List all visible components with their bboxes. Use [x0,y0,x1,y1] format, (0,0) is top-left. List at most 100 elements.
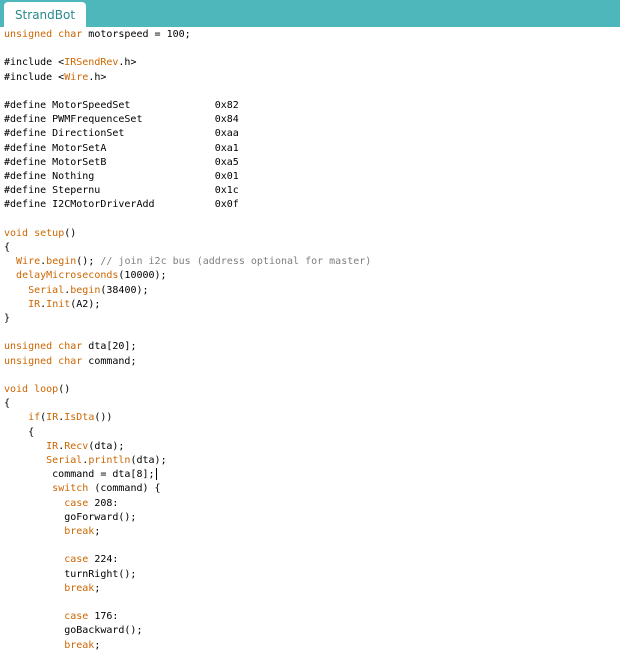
code-line: break; [4,525,100,539]
code-token: () [64,227,77,239]
code-line: if(IR.IsDta()) [4,411,112,425]
code-line: Serial.begin(38400); [4,284,149,298]
code-line: case 224: [4,553,118,567]
code-line: IR.Recv(dta); [4,440,124,454]
code-token: loop [34,384,59,395]
tab-label: StrandBot [14,7,76,22]
code-token: .h> [118,57,137,69]
code-line: #define I2CMotorDriverAdd 0x0f [4,198,239,212]
code-token: begin [70,284,101,296]
code-token: ; [94,526,101,537]
code-token: ; [94,639,101,651]
code-line: { [4,241,10,255]
code-token: case [64,554,89,566]
code-token: case [64,497,89,509]
code-token: (); [76,256,101,268]
code-token: 176: [88,611,119,623]
code-line: void setup() [4,227,76,241]
code-token: dta[20]; [82,341,137,353]
code-token: #define Nothing 0x01 [4,171,239,182]
tab-strandbot[interactable]: StrandBot [4,2,86,27]
code-line: #define PWMFrequenceSet 0x84 [4,113,239,127]
code-line: break; [4,639,100,653]
code-line: break; [4,582,100,596]
code-line: #define DirectionSet 0xaa [4,127,239,141]
code-line: case 176: [4,610,118,624]
code-token: 224: [88,554,119,566]
code-token: Wire [16,256,41,268]
code-token: () [58,384,71,395]
code-token: println [88,455,131,466]
code-token: (command) { [88,483,161,495]
text-caret [155,468,157,481]
code-token: #define MotorSetA 0xa1 [4,142,239,154]
code-token: begin [46,256,77,268]
code-token: IR [28,298,41,310]
code-token: Recv [64,440,89,452]
code-token: switch [52,483,89,495]
code-token: Serial [28,284,65,296]
code-token: goForward(); [4,511,137,523]
code-line: #define MotorSetA 0xa1 [4,142,239,156]
code-line: switch (command) { [4,482,161,496]
code-line: } [4,312,10,326]
code-line: goBackward(); [4,624,142,638]
code-token: #define Stepernu 0x1c [4,185,239,197]
code-line: #define Stepernu 0x1c [4,184,239,198]
code-token: IRSendRev [64,57,119,69]
code-token: if [28,412,41,424]
code-token: void [4,384,29,395]
code-line: #include <Wire.h> [4,71,106,85]
code-token: case [64,611,89,623]
code-token: ; [94,582,101,594]
code-token: Init [46,298,71,310]
code-token: unsigned char [4,341,83,353]
code-token: #define PWMFrequenceSet 0x84 [4,114,239,126]
code-token: (dta); [88,440,125,452]
code-token: ()) [94,412,113,424]
code-token: Serial [46,455,83,466]
code-line: #define MotorSpeedSet 0x82 [4,99,239,113]
code-token: command = dta[8]; [4,469,155,481]
code-token: { [4,242,11,253]
code-token: { [4,398,11,410]
code-token: IsDta [64,412,95,424]
code-token: .h> [88,71,107,83]
code-line: unsigned char command; [4,355,136,369]
code-token: break [64,639,95,651]
code-token: unsigned char [4,29,83,40]
code-token: (A2); [70,298,101,310]
code-token: // join i2c bus (address optional for ma… [100,256,372,268]
code-line: { [4,426,34,440]
code-line: case 208: [4,497,118,511]
code-line: #define MotorSetB 0xa5 [4,156,239,170]
code-token: IR [46,412,59,424]
code-token: break [64,582,95,594]
code-token: 208: [88,497,119,509]
code-token: } [4,313,11,324]
code-line: #include <IRSendRev.h> [4,56,136,70]
code-editor[interactable]: unsigned char motorspeed = 100; #include … [0,27,620,653]
code-token: break [64,526,95,537]
code-line: unsigned char motorspeed = 100; [4,28,191,42]
code-line: Serial.println(dta); [4,454,166,468]
code-token: turnRight(); [4,568,137,580]
code-line: command = dta[8]; [4,468,157,482]
code-token: IR [46,440,59,452]
code-line: delayMicroseconds(10000); [4,269,167,283]
code-token: delayMicroseconds [16,270,119,282]
code-line: { [4,397,10,411]
code-token: #define MotorSpeedSet 0x82 [4,100,239,111]
code-token: #define MotorSetB 0xa5 [4,156,239,168]
code-token: void [4,227,29,239]
code-token: Wire [64,71,89,83]
code-token: (38400); [100,284,149,296]
